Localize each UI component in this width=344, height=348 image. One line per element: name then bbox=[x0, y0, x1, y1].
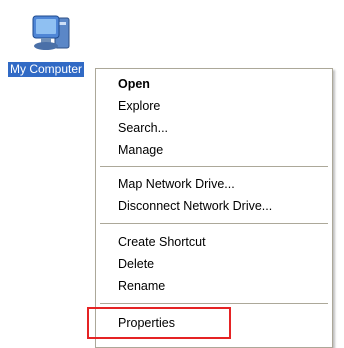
menu-item-explore[interactable]: Explore bbox=[96, 95, 332, 117]
menu-item-search[interactable]: Search... bbox=[96, 117, 332, 139]
menu-item-map-network-drive[interactable]: Map Network Drive... bbox=[96, 173, 332, 195]
menu-item-disconnect-network-drive[interactable]: Disconnect Network Drive... bbox=[96, 195, 332, 217]
menu-item-open[interactable]: Open bbox=[96, 73, 332, 95]
menu-separator bbox=[100, 166, 328, 167]
desktop-icon-label[interactable]: My Computer bbox=[8, 62, 85, 77]
menu-item-properties[interactable]: Properties bbox=[96, 312, 332, 334]
menu-item-create-shortcut[interactable]: Create Shortcut bbox=[96, 231, 332, 253]
context-menu: Open Explore Search... Manage Map Networ… bbox=[95, 68, 333, 348]
menu-item-rename[interactable]: Rename bbox=[96, 275, 332, 297]
desktop-icon-my-computer[interactable]: My Computer bbox=[0, 0, 110, 80]
my-computer-icon[interactable] bbox=[28, 10, 76, 58]
menu-separator bbox=[100, 303, 328, 304]
menu-item-delete[interactable]: Delete bbox=[96, 253, 332, 275]
menu-separator bbox=[100, 223, 328, 224]
menu-item-manage[interactable]: Manage bbox=[96, 139, 332, 161]
